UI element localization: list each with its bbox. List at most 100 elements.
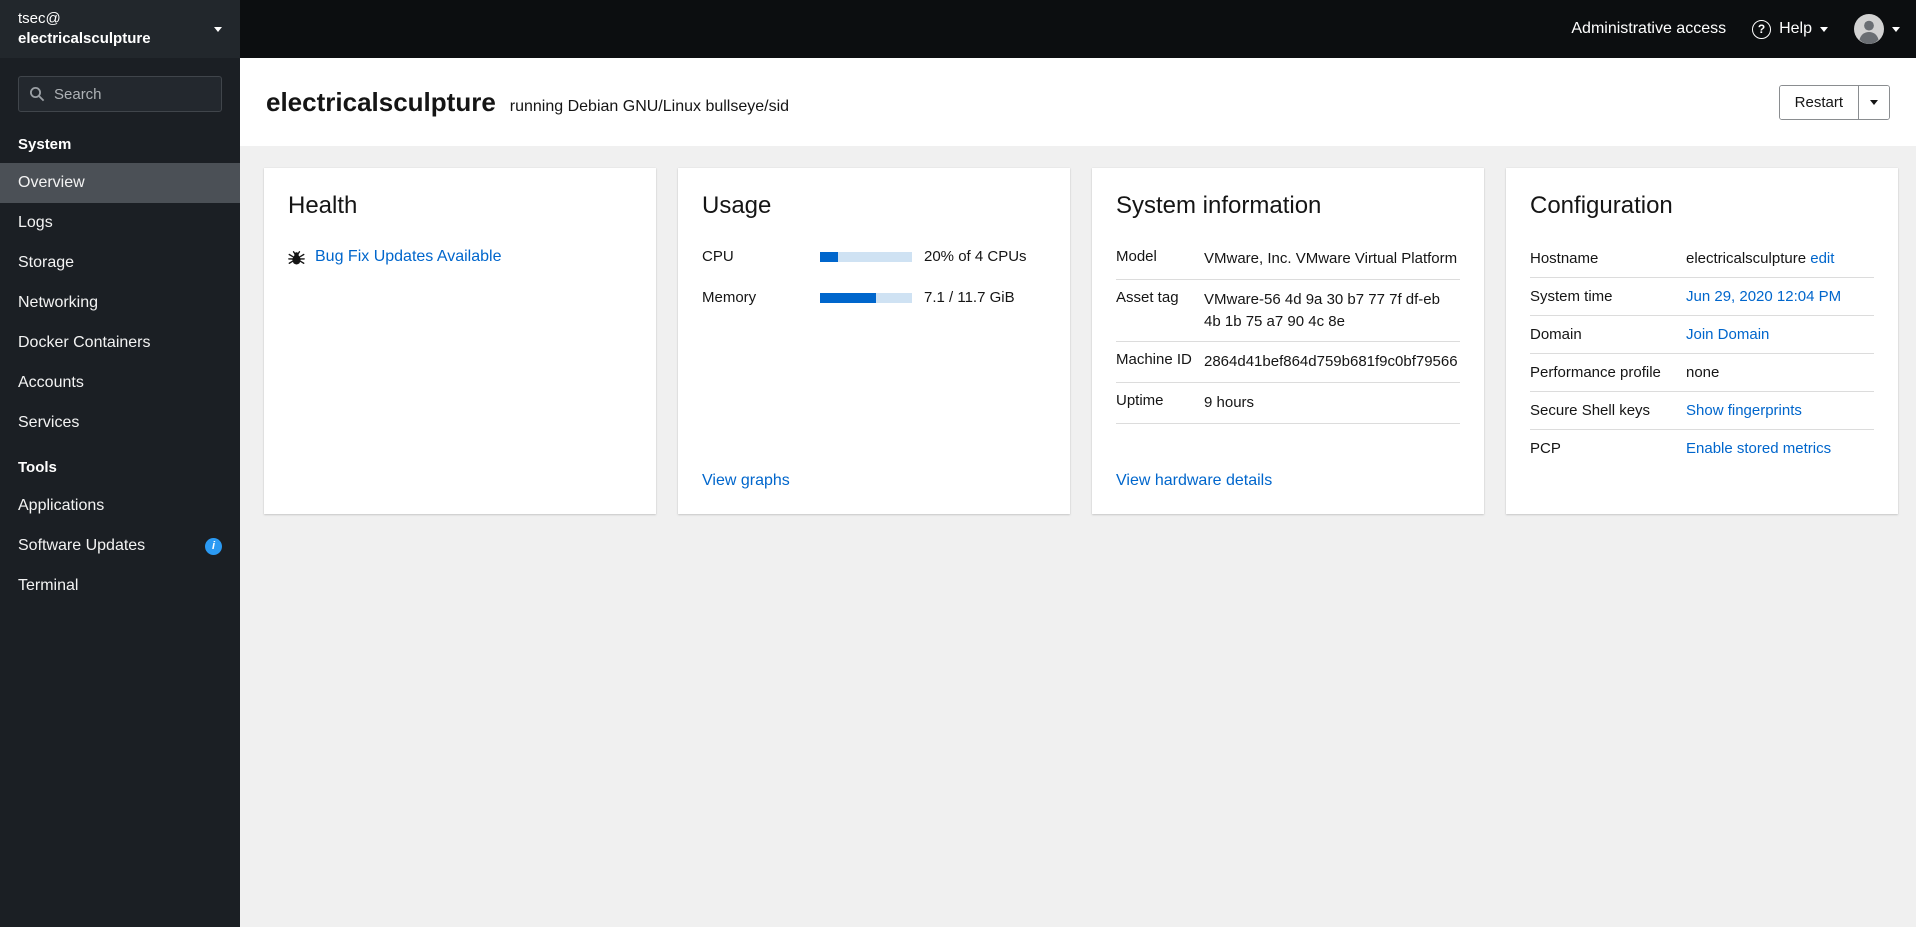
table-row: Machine ID 2864d41bef864d759b681f9c0bf79… [1116,342,1460,383]
main-column: Administrative access ? Help electricals… [240,0,1916,927]
asset-tag-value: VMware-56 4d 9a 30 b7 77 7f df-eb 4b 1b … [1204,290,1440,330]
system-information-card: System information Model VMware, Inc. VM… [1092,168,1484,514]
os-release: running Debian GNU/Linux bullseye/sid [509,97,790,115]
nav-section-tools: Tools [18,459,57,476]
chevron-down-icon [1892,26,1900,32]
sidebar-body: System Overview Logs Storage Networking … [0,58,240,606]
sidebar-item-accounts[interactable]: Accounts [0,363,240,403]
restart-dropdown-toggle[interactable] [1858,85,1889,119]
usage-card: Usage CPU 20% of 4 CPUs Memory 7.1 / 11.… [678,168,1070,514]
system-time-link[interactable]: Jun 29, 2020 12:04 PM [1686,288,1841,305]
host-switcher-text: tsec@ electricalsculpture [18,9,151,50]
sidebar-item-label: Software Updates [18,537,146,554]
administrative-access-button[interactable]: Administrative access [1571,20,1726,38]
sidebar-item-software-updates[interactable]: Software Updates [0,526,240,566]
table-row: Performance profile none [1530,354,1874,392]
show-fingerprints-link[interactable]: Show fingerprints [1686,402,1802,419]
hostname-edit-link[interactable]: edit [1810,250,1834,267]
host-switcher[interactable]: tsec@ electricalsculpture [0,0,240,58]
sidebar-item-overview[interactable]: Overview [0,163,240,203]
sidebar-item-services[interactable]: Services [0,403,240,443]
secure-shell-keys-label: Secure Shell keys [1530,402,1651,419]
sidebar-item-docker-containers[interactable]: Docker Containers [0,323,240,363]
cpu-label: CPU [702,248,734,265]
performance-profile-label: Performance profile [1530,364,1661,381]
bug-fix-updates-link[interactable]: Bug Fix Updates Available [315,248,501,266]
configuration-table: Hostname electricalsculpture edit System… [1530,248,1874,467]
domain-value: Join Domain [1686,326,1874,343]
host-switcher-user: tsec@ [18,9,61,27]
usage-card-footer: View graphs [702,458,1046,490]
cockpit-app: tsec@ electricalsculpture System Overvie… [0,0,1916,927]
sidebar-item-label: Terminal [18,577,79,594]
overview-content: Health Bug Fix Updates Available Usage C… [240,146,1916,927]
memory-value: 7.1 / 11.7 GiB [924,289,1015,306]
restart-button[interactable]: Restart [1779,85,1858,119]
configuration-card: Configuration Hostname electricalsculptu… [1506,168,1898,514]
model-label: Model [1116,248,1157,265]
enable-stored-metrics-link[interactable]: Enable stored metrics [1686,440,1831,457]
sidebar-item-networking[interactable]: Networking [0,283,240,323]
page-title: electricalsculpture [266,86,496,117]
sidebar-item-label: Accounts [18,374,84,391]
cpu-progress-fill [820,251,839,262]
table-row: Model VMware, Inc. VMware Virtual Platfo… [1116,248,1460,280]
pcp-label: PCP [1530,440,1561,457]
help-menu-button[interactable]: ? Help [1752,19,1828,39]
chevron-down-icon [1820,26,1828,32]
performance-profile-value: none [1686,364,1874,381]
memory-progress-fill [820,292,877,303]
topbar: Administrative access ? Help [240,0,1916,58]
session-menu-button[interactable] [1854,14,1900,44]
table-row: Asset tag VMware-56 4d 9a 30 b7 77 7f df… [1116,280,1460,343]
table-row: Secure Shell keys Show fingerprints [1530,392,1874,430]
sidebar-item-label: Logs [18,214,53,231]
cpu-progress-bar [820,251,912,262]
sidebar-item-terminal[interactable]: Terminal [0,566,240,606]
search-input[interactable] [54,85,211,103]
host-switcher-host: electricalsculpture [18,30,151,47]
system-information-card-title: System information [1116,192,1322,219]
machine-id-label: Machine ID [1116,351,1192,369]
pcp-value: Enable stored metrics [1686,440,1874,457]
sidebar-nav: System Overview Logs Storage Networking … [0,120,240,606]
view-hardware-details-link[interactable]: View hardware details [1116,472,1272,489]
asset-tag-label: Asset tag [1116,288,1179,306]
nav-section-system: System [18,136,72,153]
memory-usage-row: Memory 7.1 / 11.7 GiB [702,289,1046,306]
search-box [18,76,222,112]
restart-button-group: Restart [1778,84,1890,120]
search-icon [29,86,45,102]
table-row: System time Jun 29, 2020 12:04 PM [1530,278,1874,316]
sidebar-item-label: Services [18,414,80,431]
memory-label: Memory [702,289,757,306]
table-row: Domain Join Domain [1530,316,1874,354]
cpu-usage-row: CPU 20% of 4 CPUs [702,248,1046,265]
table-row: Uptime 9 hours [1116,383,1460,424]
performance-profile-text: none [1686,364,1720,381]
page-header: electricalsculpture running Debian GNU/L… [240,58,1916,146]
join-domain-link[interactable]: Join Domain [1686,326,1769,343]
cpu-value: 20% of 4 CPUs [924,248,1027,265]
system-time-value: Jun 29, 2020 12:04 PM [1686,288,1874,305]
hostname-label: Hostname [1530,250,1599,267]
system-information-table: Model VMware, Inc. VMware Virtual Platfo… [1116,248,1460,424]
configuration-card-title: Configuration [1530,192,1673,219]
help-label: Help [1779,20,1812,37]
chevron-down-icon [214,26,222,32]
sidebar-item-storage[interactable]: Storage [0,243,240,283]
sidebar-item-label: Docker Containers [18,334,151,351]
memory-progress-bar [820,292,912,303]
sidebar-item-applications[interactable]: Applications [0,486,240,526]
table-row: PCP Enable stored metrics [1530,430,1874,467]
help-icon: ? [1752,19,1772,39]
sidebar-item-logs[interactable]: Logs [0,203,240,243]
sidebar-item-label: Storage [18,254,75,271]
system-information-card-footer: View hardware details [1116,458,1460,490]
view-graphs-link[interactable]: View graphs [702,472,790,489]
uptime-value: 9 hours [1204,394,1255,411]
model-value: VMware, Inc. VMware Virtual Platform [1204,250,1458,267]
uptime-label: Uptime [1116,392,1164,409]
info-icon [205,537,222,555]
health-updates-row: Bug Fix Updates Available [288,248,632,266]
